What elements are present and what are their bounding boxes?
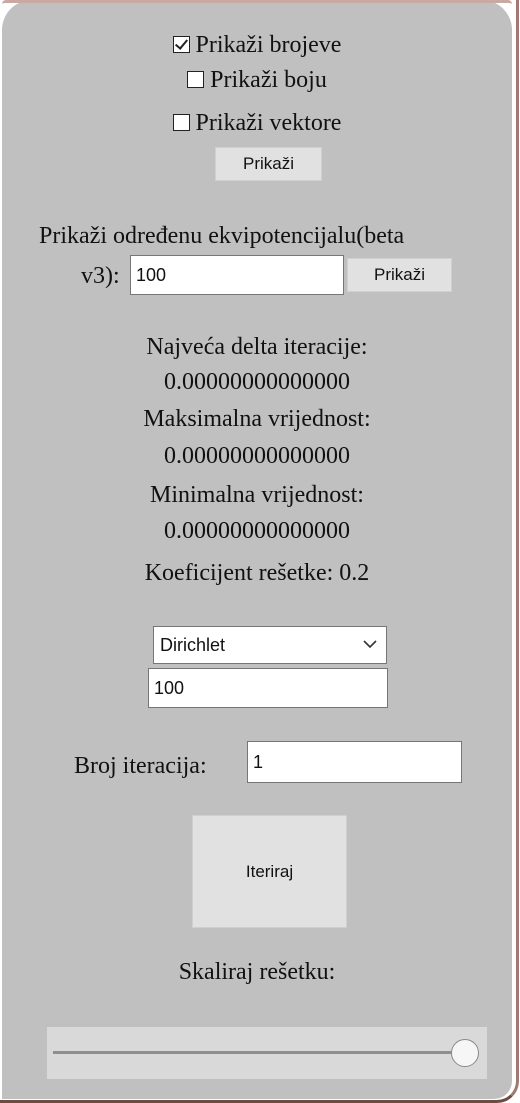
option-label: Prikaži brojeve — [195, 32, 342, 58]
max-delta-label: Najveća delta iteracije: — [146, 334, 368, 360]
checkbox-show-vectors[interactable] — [172, 114, 190, 131]
boundary-value: 100 — [154, 677, 185, 698]
option-show-color[interactable]: Prikaži boju — [2, 66, 512, 94]
scale-slider-track — [53, 1051, 473, 1054]
max-delta-value: 0.00000000000000 — [164, 369, 350, 395]
option-label: Prikaži vektore — [195, 110, 342, 136]
scale-slider-thumb[interactable] — [451, 1039, 479, 1067]
equipotential-label: Prikaži određenu ekvipotencijalu(beta — [39, 223, 405, 249]
scale-label: Skaliraj rešetku: — [178, 959, 336, 985]
max-value-label: Maksimalna vrijednost: — [143, 406, 371, 432]
iterate-button[interactable]: Iteriraj — [192, 815, 347, 928]
show-equipotential-button[interactable]: Prikaži — [347, 258, 452, 292]
equipotential-label-cont: v3): — [81, 263, 120, 289]
max-value-value: 0.00000000000000 — [164, 443, 350, 469]
grid-coefficient: Koeficijent rešetke: 0.2 — [144, 560, 370, 586]
chevron-down-icon — [363, 640, 377, 649]
boundary-type-select[interactable]: Dirichlet — [153, 626, 387, 664]
iterations-input[interactable]: 1 — [247, 741, 462, 783]
equipotential-input[interactable]: 100 — [130, 255, 344, 295]
option-show-vectors[interactable]: Prikaži vektore — [2, 109, 512, 137]
iterations-value: 1 — [253, 751, 264, 772]
checkbox-show-numbers[interactable] — [172, 36, 190, 53]
equipotential-value: 100 — [136, 264, 167, 285]
option-show-numbers[interactable]: Prikaži brojeve — [2, 31, 512, 59]
min-value-value: 0.00000000000000 — [164, 518, 350, 544]
checkbox-show-color[interactable] — [187, 71, 205, 88]
show-button[interactable]: Prikaži — [215, 147, 322, 181]
boundary-value-input[interactable]: 100 — [148, 668, 388, 708]
iterations-label: Broj iteracija: — [74, 753, 207, 779]
min-value-label: Minimalna vrijednost: — [150, 482, 364, 508]
option-label: Prikaži boju — [210, 67, 327, 93]
control-panel: Prikaži brojeve Prikaži boju Prikaži vek… — [2, 0, 512, 1099]
boundary-type-value: Dirichlet — [160, 634, 226, 655]
